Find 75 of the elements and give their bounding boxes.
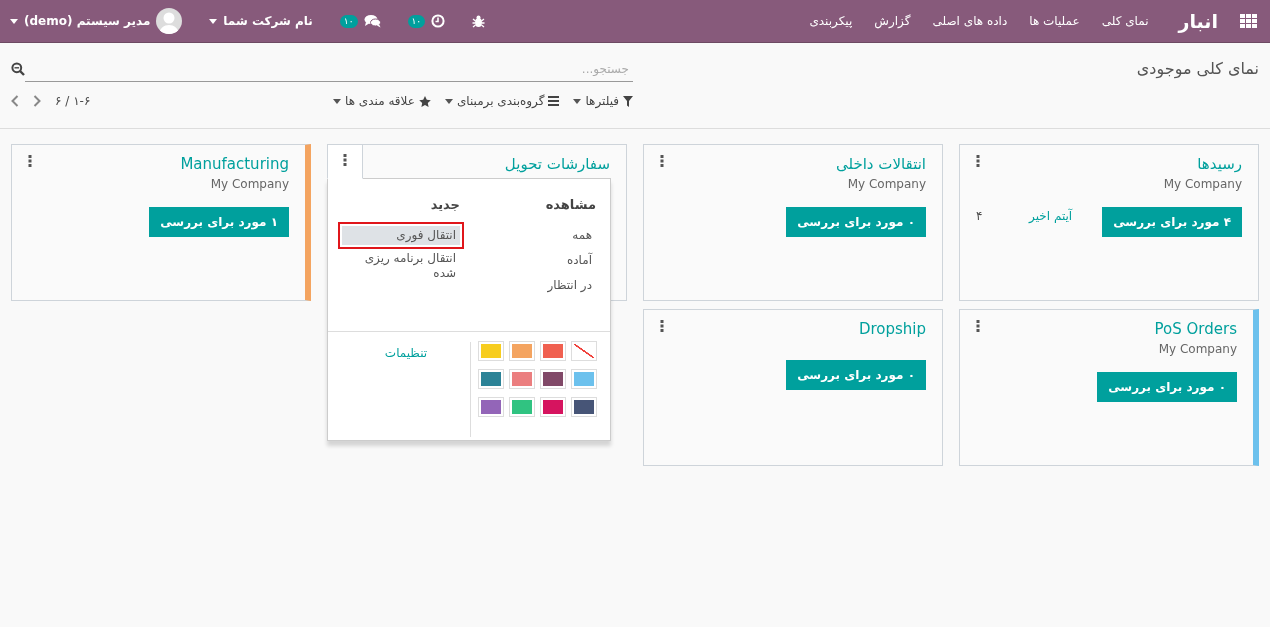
review-button[interactable]: ۴ مورد برای بررسی xyxy=(1102,207,1242,237)
color-swatch[interactable] xyxy=(510,370,534,388)
recent-items-link[interactable]: آیتم اخیر xyxy=(1029,209,1073,223)
filter-dropdown[interactable]: گروه‌بندی برمبنای xyxy=(444,94,560,108)
color-swatch[interactable] xyxy=(510,398,534,416)
recent-count: ۴ xyxy=(976,209,983,223)
company-switcher[interactable]: نام شرکت شما xyxy=(223,14,313,28)
menu-item[interactable]: همه xyxy=(480,226,596,245)
notification-badge: ۱۰ xyxy=(407,14,426,28)
column-heading: مشاهده xyxy=(544,197,596,212)
apps-menu-icon[interactable] xyxy=(1240,14,1257,28)
avatar-silhouette[interactable] xyxy=(156,8,183,34)
chevron-left-icon[interactable] xyxy=(11,95,19,107)
color-swatch[interactable] xyxy=(510,342,534,360)
menu-item[interactable]: در انتظار xyxy=(480,276,596,295)
color-swatch[interactable] xyxy=(479,342,503,360)
funnel-icon xyxy=(623,95,633,107)
caret-icon xyxy=(10,18,18,24)
user-menu[interactable]: مدیر سیستم (demo) xyxy=(24,14,151,28)
company-name: My Company xyxy=(1157,342,1237,356)
kebab-icon xyxy=(660,320,664,332)
company-name: My Company xyxy=(846,177,926,191)
color-swatch[interactable] xyxy=(479,398,503,416)
bug-icon[interactable] xyxy=(472,14,486,28)
menu-item[interactable]: آماده xyxy=(480,251,596,270)
menu-item[interactable]: داده های اصلی xyxy=(932,14,1008,28)
color-swatch[interactable] xyxy=(541,370,565,388)
card-title[interactable]: رسیدها xyxy=(1197,153,1242,175)
page-title: نمای کلی موجودی xyxy=(1135,58,1259,78)
kebab-icon xyxy=(343,154,347,166)
kebab-icon xyxy=(976,320,980,332)
card-title[interactable]: PoS Orders xyxy=(1154,318,1237,340)
notification-badge: ۱۰ xyxy=(339,14,358,28)
color-swatch[interactable] xyxy=(572,370,596,388)
caret-icon xyxy=(573,98,582,104)
company-name: My Company xyxy=(1162,177,1242,191)
menu-item[interactable]: پیکربندی xyxy=(809,14,853,28)
menu-item[interactable]: نمای کلی xyxy=(1101,14,1149,28)
caret-icon xyxy=(444,98,453,104)
no-color-swatch[interactable] xyxy=(572,342,596,360)
filter-dropdown[interactable]: فیلترها xyxy=(573,94,633,108)
color-swatch[interactable] xyxy=(572,398,596,416)
review-button[interactable]: ۰ مورد برای بررسی xyxy=(786,360,926,390)
menu-item[interactable]: گزارش xyxy=(874,14,911,28)
color-swatch[interactable] xyxy=(541,398,565,416)
caret-icon xyxy=(209,18,218,24)
settings-link[interactable]: تنظیمات xyxy=(384,346,428,437)
search-field[interactable]: جستجو... xyxy=(25,56,633,82)
list-icon xyxy=(548,96,560,106)
color-swatch[interactable] xyxy=(541,342,565,360)
review-button[interactable]: ۰ مورد برای بررسی xyxy=(786,207,926,237)
card-menu-toggle[interactable] xyxy=(327,144,363,179)
review-button[interactable]: ۱ مورد برای بررسی xyxy=(149,207,289,237)
star-icon xyxy=(418,95,431,107)
kebab-icon xyxy=(28,155,32,167)
card-title[interactable]: سفارشات تحویل xyxy=(504,153,610,175)
card-title[interactable]: انتقالات داخلی xyxy=(835,153,926,175)
chat-icon[interactable] xyxy=(363,14,381,28)
clock-icon[interactable] xyxy=(431,14,446,28)
search-icon[interactable] xyxy=(11,62,25,76)
card-title[interactable]: Manufacturing xyxy=(180,153,289,175)
filter-dropdown[interactable]: علاقه مندی ها xyxy=(333,94,431,108)
pager-value[interactable]: ۱-۶ / ۶ xyxy=(55,94,91,108)
caret-icon xyxy=(333,98,342,104)
menu-item[interactable]: انتقال برنامه ریزی شده xyxy=(342,251,460,281)
app-name[interactable]: انبار xyxy=(1178,10,1218,32)
column-heading: جدید xyxy=(429,197,460,212)
chevron-right-icon[interactable] xyxy=(33,95,41,107)
menu-item[interactable]: عملیات ها xyxy=(1029,14,1080,28)
review-button[interactable]: ۰ مورد برای بررسی xyxy=(1097,372,1237,402)
card-title[interactable]: Dropship xyxy=(858,318,926,340)
kebab-icon xyxy=(976,155,980,167)
color-swatch[interactable] xyxy=(479,370,503,388)
kebab-icon xyxy=(660,155,664,167)
company-name: My Company xyxy=(209,177,289,191)
